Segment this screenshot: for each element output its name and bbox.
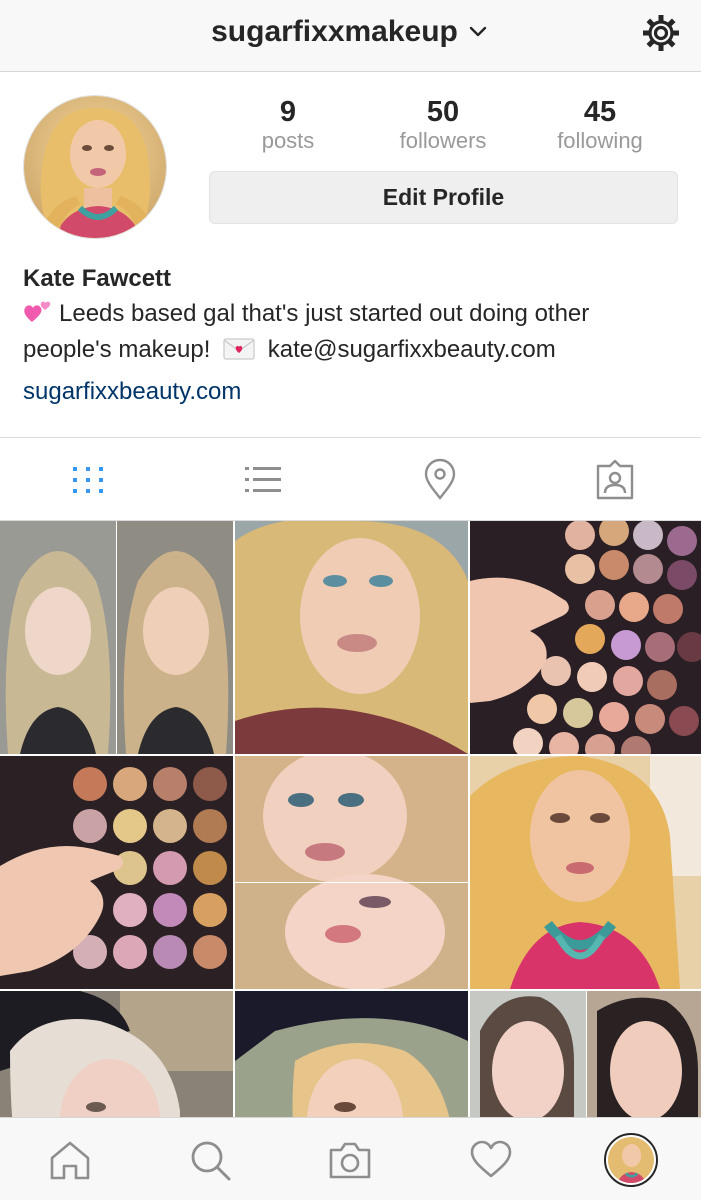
- username-title: sugarfixxmakeup: [211, 15, 458, 48]
- instagram-profile-screen: sugarfixxmakeup 9 posts 50 followers 45 …: [0, 0, 701, 1200]
- post-thumbnail[interactable]: [235, 756, 468, 989]
- stat-value: 50: [426, 96, 460, 128]
- post-thumbnail[interactable]: [470, 756, 701, 989]
- home-icon[interactable]: [48, 1138, 92, 1182]
- location-pin-icon[interactable]: [418, 458, 462, 502]
- photo-grid: [0, 521, 701, 1121]
- chevron-down-icon: [469, 26, 487, 37]
- post-thumbnail[interactable]: [0, 521, 233, 754]
- bio-line-1: Leeds based gal that's just started out …: [59, 300, 590, 327]
- post-thumbnail[interactable]: [0, 756, 233, 989]
- post-thumbnail[interactable]: [235, 521, 468, 754]
- post-thumbnail[interactable]: [235, 991, 468, 1121]
- camera-icon[interactable]: [328, 1138, 372, 1182]
- heart-icon[interactable]: [469, 1138, 513, 1182]
- profile-avatar[interactable]: [23, 95, 167, 239]
- bio-email: kate@sugarfixxbeauty.com: [267, 336, 556, 363]
- stat-followers[interactable]: 50 followers: [383, 96, 503, 154]
- profile-view-tabs: [0, 437, 701, 521]
- stat-value: 9: [279, 96, 297, 128]
- list-icon[interactable]: [241, 458, 285, 502]
- profile-bio: Kate Fawcett Leeds based gal that's just…: [23, 262, 683, 410]
- profile-stats: 9 posts 50 followers 45 following: [209, 96, 679, 158]
- full-name: Kate Fawcett: [23, 265, 172, 292]
- grid-icon[interactable]: [66, 458, 110, 502]
- stat-label: followers: [399, 128, 487, 153]
- stat-label: posts: [261, 128, 315, 153]
- edit-profile-button[interactable]: Edit Profile: [209, 171, 678, 224]
- stat-posts[interactable]: 9 posts: [228, 96, 348, 154]
- post-thumbnail[interactable]: [470, 521, 701, 754]
- post-thumbnail[interactable]: [470, 991, 701, 1121]
- search-icon[interactable]: [188, 1138, 232, 1182]
- bio-line-2a: people's makeup!: [23, 336, 211, 363]
- bottom-nav: [0, 1117, 701, 1200]
- tagged-photos-icon[interactable]: [593, 458, 637, 502]
- bio-text: Leeds based gal that's just started out …: [23, 296, 683, 368]
- profile-avatar-icon[interactable]: [604, 1133, 658, 1187]
- love-letter-emoji-icon: [223, 338, 255, 360]
- account-switcher[interactable]: sugarfixxmakeup: [0, 12, 701, 52]
- stat-following[interactable]: 45 following: [540, 96, 660, 154]
- two-hearts-emoji-icon: [24, 301, 51, 322]
- website-link[interactable]: sugarfixxbeauty.com: [23, 374, 683, 410]
- stat-value: 45: [583, 96, 617, 128]
- stat-label: following: [557, 128, 643, 153]
- post-thumbnail[interactable]: [0, 991, 233, 1121]
- top-bar: sugarfixxmakeup: [0, 0, 701, 72]
- gear-icon[interactable]: [639, 11, 683, 55]
